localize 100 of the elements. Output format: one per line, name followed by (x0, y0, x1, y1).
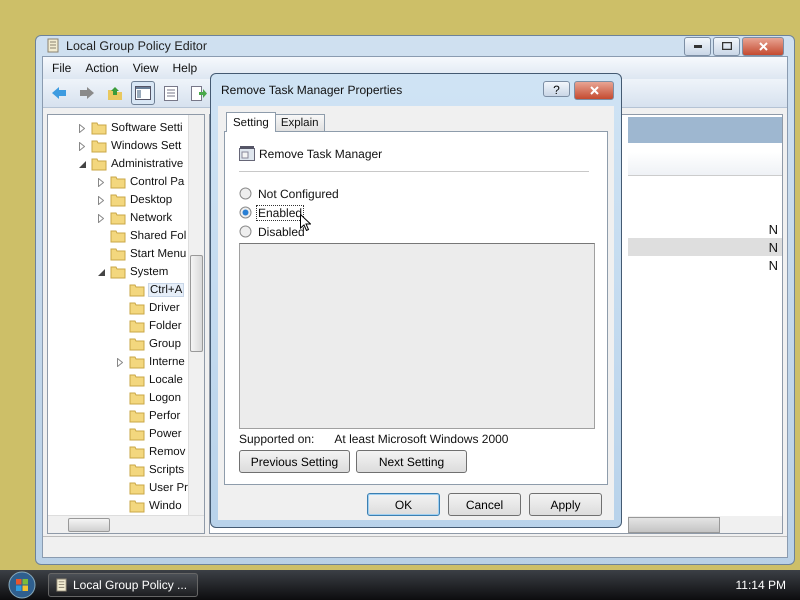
tree-item[interactable]: Software Setti (110, 122, 184, 134)
radio-button[interactable] (239, 206, 252, 219)
dialog-button[interactable]: Cancel (448, 493, 521, 516)
tree-item[interactable]: Scripts (148, 464, 186, 476)
minimize-icon (694, 44, 702, 48)
tree-item[interactable]: Perfor (148, 410, 182, 422)
folder-icon (129, 301, 145, 315)
folder-icon (129, 373, 145, 387)
folder-icon (129, 355, 145, 369)
tree-item[interactable]: Power (148, 428, 183, 440)
table-cell: N (768, 240, 778, 254)
minimize-button[interactable] (684, 36, 711, 56)
menu-item[interactable]: File (47, 61, 76, 75)
list-row[interactable]: N (628, 238, 782, 256)
tab[interactable]: Setting (226, 112, 276, 132)
horizontal-scrollbar[interactable] (48, 515, 204, 533)
folder-icon (110, 265, 126, 279)
window-title: Local Group Policy Editor (66, 39, 208, 53)
radio-label[interactable]: Not Configured (256, 186, 341, 202)
menu-item[interactable]: View (128, 61, 164, 75)
table-cell: N (768, 258, 778, 272)
menu-item[interactable]: Action (80, 61, 124, 75)
folder-icon (91, 139, 107, 153)
folder-icon (129, 499, 145, 513)
export-icon (191, 86, 207, 100)
list-row[interactable]: N (628, 220, 782, 238)
properties-icon (164, 86, 178, 100)
expand-arrow-icon[interactable] (98, 214, 104, 222)
tree-item[interactable]: Locale (148, 374, 184, 386)
maximize-icon (722, 42, 732, 50)
tab[interactable]: Explain (274, 114, 325, 131)
folder-icon (129, 409, 145, 423)
expand-arrow-icon[interactable] (79, 142, 85, 150)
tree-item[interactable]: Logon (148, 392, 182, 404)
close-button[interactable] (742, 36, 784, 56)
toolbar-button[interactable] (131, 81, 155, 105)
menu-item[interactable]: Help (168, 61, 202, 75)
folder-up-icon (107, 86, 123, 100)
folder-icon (110, 175, 126, 189)
folder-icon (129, 445, 145, 459)
scroll-icon (55, 578, 68, 592)
folder-icon (129, 463, 145, 477)
expand-arrow-icon[interactable] (117, 358, 123, 366)
dialog-button[interactable]: OK (367, 493, 440, 516)
tree-item[interactable]: Remov (148, 446, 186, 458)
list-row[interactable]: N (628, 256, 782, 274)
close-icon (758, 42, 768, 50)
folder-icon (91, 121, 107, 135)
pane-icon (135, 86, 151, 100)
tree-item[interactable]: User Pr (148, 482, 189, 494)
horizontal-scrollbar[interactable] (628, 516, 782, 533)
vertical-scrollbar[interactable] (188, 115, 204, 515)
taskbar-button[interactable]: Local Group Policy ... (48, 573, 198, 597)
tree-item[interactable]: Administrative (110, 158, 184, 170)
close-icon (590, 86, 598, 94)
folder-icon (129, 481, 145, 495)
scroll-icon (46, 38, 60, 54)
tree-item[interactable]: Folder (148, 320, 183, 332)
tree-item[interactable]: System (129, 266, 170, 278)
expand-arrow-icon[interactable] (79, 124, 85, 132)
folder-icon (129, 283, 145, 297)
tree-item[interactable]: Ctrl+A (148, 283, 184, 297)
nav-button[interactable]: Previous Setting (239, 450, 350, 473)
folder-icon (110, 193, 126, 207)
tree-item[interactable]: Control Pa (129, 176, 186, 188)
folder-icon (129, 427, 145, 441)
maximize-button[interactable] (713, 36, 740, 56)
nav-button[interactable]: Next Setting (356, 450, 467, 473)
tree-item[interactable]: Network (129, 212, 174, 224)
start-button[interactable] (8, 571, 36, 599)
folder-icon (110, 247, 126, 261)
clock: 11:14 PM (736, 578, 786, 592)
folder-icon (110, 229, 126, 243)
folder-icon (129, 391, 145, 405)
tree-item[interactable]: Shared Fol (129, 230, 188, 242)
tree-item[interactable]: Interne (148, 356, 186, 368)
dialog-title: Remove Task Manager Properties (221, 83, 402, 97)
radio-button[interactable] (239, 225, 252, 238)
expand-arrow-icon[interactable] (98, 178, 104, 186)
policy-icon (239, 146, 255, 161)
expand-arrow-icon[interactable] (98, 196, 104, 204)
folder-icon (129, 337, 145, 351)
tree-item[interactable]: Desktop (129, 194, 174, 206)
radio-button[interactable] (239, 187, 252, 200)
policy-name: Remove Task Manager (259, 146, 382, 160)
tree-item[interactable]: Driver (148, 302, 181, 314)
radio-label[interactable]: Disabled (256, 224, 307, 240)
folder-icon (129, 319, 145, 333)
forward-arrow-icon (79, 86, 95, 100)
supported-value: At least Microsoft Windows 2000 (334, 432, 508, 446)
help-button[interactable]: ? (543, 80, 570, 96)
collapse-arrow-icon[interactable] (78, 160, 86, 168)
collapse-arrow-icon[interactable] (98, 268, 104, 276)
table-cell: N (768, 222, 778, 236)
dialog-button[interactable]: Apply (529, 493, 602, 516)
tree-item[interactable]: Windows Sett (110, 140, 182, 152)
tree-item[interactable]: Start Menu (129, 248, 188, 260)
tree-item[interactable]: Group (148, 338, 182, 350)
close-button[interactable] (574, 80, 614, 100)
tree-item[interactable]: Windo (148, 500, 183, 512)
